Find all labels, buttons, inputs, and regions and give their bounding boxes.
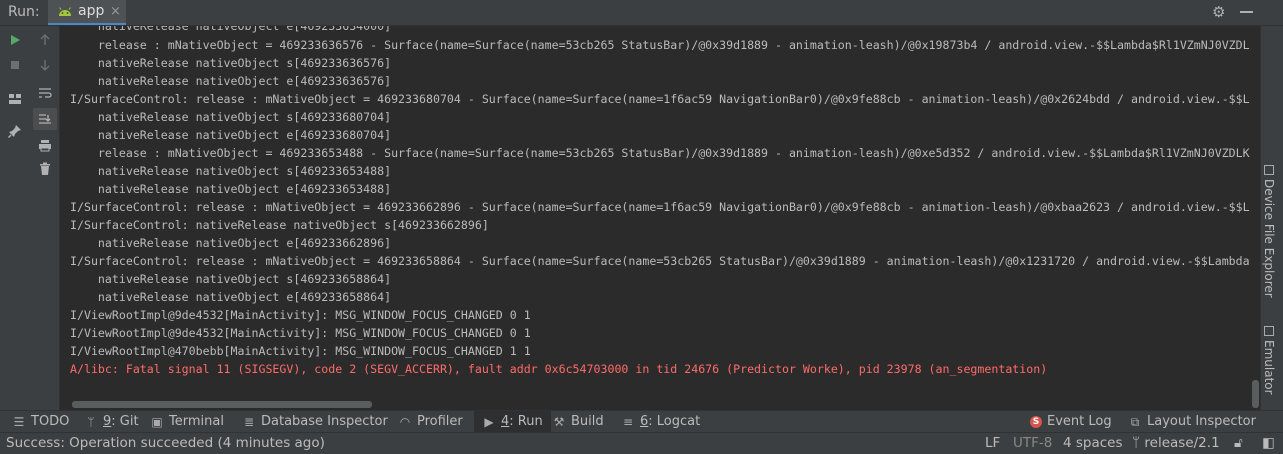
console-line: nativeRelease nativeObject s[46923363657… [70,56,392,70]
run-actions-toolbar [0,26,32,410]
gauge-icon: ◠ [399,415,411,429]
console-line: nativeRelease nativeObject e[46923366289… [70,236,392,250]
tab-terminal[interactable]: ▣ Terminal [150,411,224,433]
tab-todo-label: TODO [31,414,70,429]
logcat-icon: ≡ [622,415,634,429]
console-line: nativeRelease nativeObject s[46923365886… [70,272,392,286]
tab-logcat[interactable]: ≡ 6: Logcat [621,411,700,433]
console-error-line: A/libc: Fatal signal 11 (SIGSEGV), code … [70,362,1048,376]
file-encoding[interactable]: UTF-8 [1013,433,1052,454]
branch-icon: ᛘ [87,415,95,429]
list-icon: ☰ [13,415,25,429]
terminal-icon: ▣ [151,415,163,429]
emulator-tab[interactable]: Emulator [1262,326,1276,395]
console-line: nativeRelease nativeObject e[46923363657… [70,74,392,88]
soft-wrap-icon[interactable] [35,84,55,102]
trash-icon[interactable] [35,160,55,178]
indent-setting[interactable]: 4 spaces [1063,433,1123,454]
console-line: nativeRelease nativeObject e[46923365886… [70,290,392,304]
tab-database-inspector[interactable]: ≣ Database Inspector [242,411,388,433]
hammer-icon: ⚒ [553,415,565,429]
device-icon [1264,165,1274,175]
print-icon[interactable] [35,136,55,154]
console-line: I/ViewRootImpl@9de4532[MainActivity]: MS… [70,308,531,322]
console-line: I/SurfaceControl: release : mNativeObjec… [70,254,1250,268]
console-line: nativeRelease nativeObject e[46923368070… [70,128,392,142]
horizontal-scrollbar[interactable] [72,401,372,408]
android-icon [59,7,71,16]
event-log-icon: S [1030,416,1042,428]
console-line: I/SurfaceControl: release : mNativeObjec… [70,92,1250,106]
arrow-up-icon[interactable] [35,31,55,49]
run-tab-app[interactable]: app × [48,0,126,25]
tab-git-label: : Git [111,414,139,429]
branch-icon: ᛘ [1132,435,1141,451]
console-line: nativeRelease nativeObject s[46923368070… [70,110,392,124]
console-line: nativeRelease nativeObject s[46923365348… [70,164,392,178]
tab-run[interactable]: ▶ 4: Run [474,411,551,433]
tab-event-log[interactable]: S Event Log [1030,411,1112,433]
console-line: release : mNativeObject = 469233653488 -… [70,146,1250,160]
tab-database-inspector-label: Database Inspector [261,414,388,429]
tab-profiler[interactable]: ◠ Profiler [398,411,463,433]
console-line: I/ViewRootImpl@9de4532[MainActivity]: MS… [70,326,531,340]
run-label: Run: [8,4,40,20]
line-separator[interactable]: LF [985,433,1000,454]
console-line: nativeRelease nativeObject e[46923365348… [70,182,392,196]
tab-git[interactable]: ᛘ 9: Git [84,411,139,433]
tab-event-log-label: Event Log [1047,414,1112,429]
git-branch-widget[interactable]: ᛘ release/2.1 [1132,433,1220,454]
status-bar: Success: Operation succeeded (4 minutes … [0,432,1283,454]
console-output[interactable]: nativeRelease nativeObject e[46923363400… [60,26,1250,400]
tab-layout-inspector-label: Layout Inspector [1147,414,1256,429]
gear-icon[interactable]: ⚙ [1212,4,1228,20]
run-tab-label: app [78,3,105,19]
stop-icon[interactable] [5,56,25,74]
layout-inspector-icon: ⧉ [1130,415,1140,429]
play-icon[interactable] [5,31,25,49]
console-line: I/SurfaceControl: nativeRelease nativeOb… [70,218,489,232]
lock-icon[interactable]: 🔓︎ [1234,433,1243,454]
notifications-icon[interactable]: ◧ [1262,433,1275,454]
emulator-icon [1264,326,1274,336]
console-line: I/SurfaceControl: release : mNativeObjec… [70,200,1250,214]
database-icon: ≣ [243,415,255,429]
console-actions-toolbar [31,26,60,410]
console-line: nativeRelease nativeObject e[46923363400… [70,26,392,33]
arrow-down-icon[interactable] [35,56,55,74]
play-icon: ▶ [484,415,494,429]
git-branch-label: release/2.1 [1144,435,1220,451]
minimize-icon[interactable] [1240,11,1253,13]
vertical-scrollbar-track[interactable] [1250,26,1260,410]
close-icon[interactable]: × [110,4,121,19]
vertical-scrollbar-thumb[interactable] [1252,380,1259,408]
device-file-explorer-tab[interactable]: Device File Explorer [1262,165,1276,298]
emulator-label: Emulator [1262,340,1276,395]
tab-profiler-label: Profiler [417,414,463,429]
pin-icon[interactable] [5,122,25,140]
tab-build-label: Build [571,414,604,429]
layout-icon[interactable] [5,90,25,108]
scroll-to-end-icon[interactable] [33,108,57,130]
status-message[interactable]: Success: Operation succeeded (4 minutes … [6,433,325,454]
tab-layout-inspector[interactable]: ⧉ Layout Inspector [1128,411,1256,433]
console-line: release : mNativeObject = 469233636576 -… [70,38,1250,52]
tab-todo[interactable]: ☰ TODO [12,411,70,433]
device-file-explorer-label: Device File Explorer [1262,179,1276,298]
tab-terminal-label: Terminal [169,414,224,429]
tab-run-label: : Run [509,414,543,429]
run-toolwindow-header: Run: app × ⚙ [0,0,1283,26]
bottom-tool-stripe: ☰ TODO ᛘ 9: Git ▣ Terminal ≣ Database In… [0,410,1283,433]
console-line: I/ViewRootImpl@470bebb[MainActivity]: MS… [70,344,531,358]
tab-logcat-label: : Logcat [648,414,701,429]
tab-build[interactable]: ⚒ Build [552,411,604,433]
